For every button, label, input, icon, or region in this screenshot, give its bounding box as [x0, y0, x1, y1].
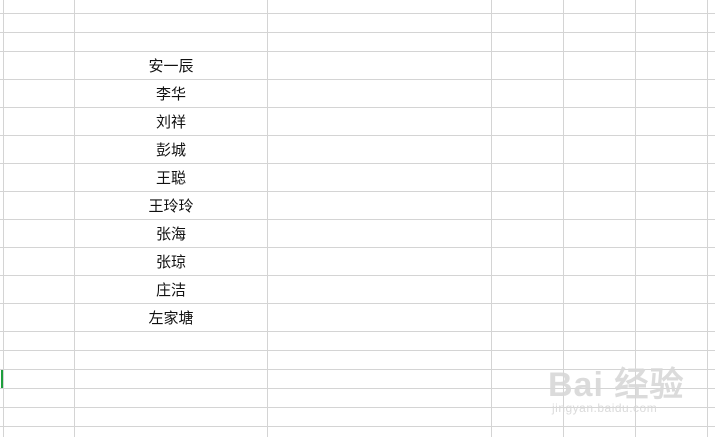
cell-name-6[interactable]: 王玲玲	[75, 192, 267, 220]
cell-name-10[interactable]: 左家塘	[75, 304, 267, 332]
cell-name-1[interactable]: 安一辰	[75, 52, 267, 80]
row-divider	[0, 369, 715, 370]
cell-name-9[interactable]: 庄洁	[75, 276, 267, 304]
baidu-jingyan-watermark: Bai 经验 jingyan.baidu.com	[546, 355, 706, 419]
cell-name-4[interactable]: 彭城	[75, 136, 267, 164]
row-divider	[0, 388, 715, 389]
row-divider	[0, 426, 715, 427]
cell-name-7[interactable]: 张海	[75, 220, 267, 248]
cell-name-8[interactable]: 张琼	[75, 248, 267, 276]
row-divider	[0, 350, 715, 351]
cell-name-2[interactable]: 李华	[75, 80, 267, 108]
row-divider	[0, 32, 715, 33]
watermark-url: jingyan.baidu.com	[552, 401, 658, 415]
watermark-logo: Bai 经验	[548, 366, 685, 404]
row-divider	[0, 407, 715, 408]
cell-name-5[interactable]: 王聪	[75, 164, 267, 192]
spreadsheet-grid[interactable]: 安一辰 李华 刘祥 彭城 王聪 王玲玲 张海 张琼 庄洁 左家塘 Bai 经验 …	[0, 0, 715, 437]
cell-name-3[interactable]: 刘祥	[75, 108, 267, 136]
active-row-marker	[1, 370, 3, 388]
row-divider	[0, 13, 715, 14]
